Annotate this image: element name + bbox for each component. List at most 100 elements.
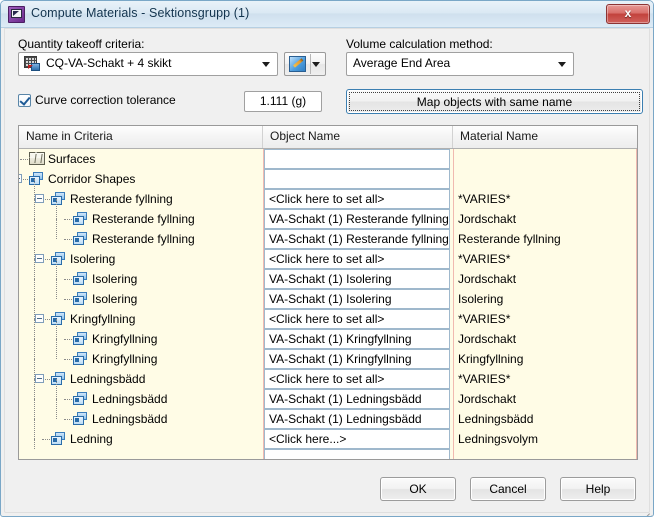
table-row[interactable]: Ledningsbädd VA-Schakt (1) Ledningsbädd Le… [19, 399, 637, 429]
cell-object-name[interactable] [264, 149, 450, 169]
table-row[interactable]: Isolering VA-Schakt (1) Isolering Isolerin… [19, 279, 637, 309]
table-row[interactable]: Ledningsbädd <Click here to set all> *VARI… [19, 359, 637, 389]
volume-method-combo[interactable]: Average End Area [346, 52, 574, 76]
cell-object-name[interactable]: VA-Schakt (1) Ledningsbädd [264, 409, 450, 429]
column-header-object-name[interactable]: Object Name [263, 126, 453, 148]
ok-button-label: OK [409, 482, 427, 496]
row-name-label: Resterande fyllning [70, 192, 173, 206]
table-row[interactable]: Ledningsbädd VA-Schakt (1) Ledningsbädd Jo… [19, 379, 637, 409]
cell-name-in-criteria[interactable]: Ledningsbädd [19, 399, 263, 429]
cell-material-name[interactable]: Jordschakt [458, 329, 634, 349]
materials-grid[interactable]: Name in Criteria Object Name Material Na… [18, 125, 638, 460]
table-row[interactable]: Kringfyllning VA-Schakt (1) Kringfyllning… [19, 339, 637, 369]
cell-material-name[interactable]: Kringfyllning [458, 349, 634, 369]
column-header-material-name[interactable]: Material Name [453, 126, 637, 148]
cell-object-name[interactable]: VA-Schakt (1) Ledningsbädd [264, 389, 450, 409]
tree-guide-line [64, 399, 72, 400]
map-objects-with-same-name-button[interactable]: Map objects with same name [346, 89, 643, 114]
curve-correction-tolerance-checkbox[interactable] [18, 94, 31, 107]
cell-object-name[interactable]: VA-Schakt (1) Resterande fyllning [264, 209, 450, 229]
table-row[interactable]: Isolering <Click here to set all> *VARIES* [19, 239, 637, 269]
cell-material-name[interactable]: Jordschakt [458, 209, 634, 229]
expander-collapse-icon[interactable] [19, 174, 22, 183]
grid-header: Name in Criteria Object Name Material Na… [19, 126, 637, 149]
cell-object-name[interactable]: VA-Schakt (1) Resterande fyllning [264, 229, 450, 249]
cell-material-name[interactable] [458, 149, 634, 169]
cell-name-in-criteria[interactable]: Isolering [19, 279, 263, 309]
resize-grip[interactable] [638, 502, 653, 516]
table-row[interactable]: Corridor Shapes [19, 169, 637, 189]
table-row[interactable]: Kringfyllning <Click here to set all> *VAR… [19, 299, 637, 329]
close-button[interactable]: x [606, 4, 650, 24]
cell-material-name[interactable]: *VARIES* [458, 189, 634, 209]
cell-object-name[interactable]: VA-Schakt (1) Isolering [264, 269, 450, 289]
chevron-down-icon[interactable] [312, 62, 320, 67]
row-name-label: Kringfyllning [92, 332, 158, 346]
help-button[interactable]: Help [560, 477, 636, 501]
cell-object-name[interactable]: <Click here to set all> [264, 369, 450, 389]
expander-collapse-icon[interactable] [35, 374, 44, 383]
cell-name-in-criteria[interactable]: Kringfyllning [19, 339, 263, 369]
edit-criteria-button[interactable] [284, 52, 326, 76]
cell-material-name[interactable]: *VARIES* [458, 249, 634, 269]
volume-method-value: Average End Area [353, 56, 451, 70]
criteria-combo[interactable]: CQ-VA-Schakt + 4 skikt [18, 52, 278, 76]
tree-guide-line [64, 419, 72, 420]
table-row[interactable]: Resterande fyllning <Click here to set al… [19, 179, 637, 209]
table-row[interactable]: Kringfyllning VA-Schakt (1) Kringfyllning… [19, 319, 637, 349]
cell-material-name[interactable] [458, 169, 634, 189]
cell-material-name[interactable]: Jordschakt [458, 389, 634, 409]
expander-collapse-icon[interactable] [35, 314, 44, 323]
table-row[interactable]: Resterande fyllning VA-Schakt (1) Restera… [19, 219, 637, 249]
row-name-label: Ledningsbädd [92, 392, 168, 406]
tolerance-value-input[interactable]: 1.111 (g) [244, 91, 322, 112]
cell-object-name[interactable]: <Click here to set all> [264, 249, 450, 269]
cell-object-name[interactable]: VA-Schakt (1) Kringfyllning [264, 349, 450, 369]
table-row[interactable]: Surfaces [19, 149, 637, 169]
criteria-value: CQ-VA-Schakt + 4 skikt [46, 56, 172, 70]
expander-collapse-icon[interactable] [35, 194, 44, 203]
cell-object-name[interactable] [264, 449, 450, 459]
tree-guide-line [64, 299, 72, 300]
cell-object-name[interactable] [264, 169, 450, 189]
cell-material-name[interactable]: *VARIES* [458, 309, 634, 329]
expander-collapse-icon[interactable] [35, 254, 44, 263]
cell-name-in-criteria[interactable] [19, 439, 263, 459]
table-row[interactable]: Isolering VA-Schakt (1) Isolering Jordscha… [19, 259, 637, 289]
cell-material-name[interactable]: Isolering [458, 289, 634, 309]
table-row[interactable]: Resterande fyllning VA-Schakt (1) Restera… [19, 199, 637, 229]
cell-name-in-criteria[interactable]: Corridor Shapes [19, 169, 263, 189]
help-button-label: Help [585, 482, 611, 496]
cell-material-name[interactable] [458, 449, 634, 459]
ok-button[interactable]: OK [380, 477, 456, 501]
table-row[interactable]: Ledning <Click here...> Ledningsvolym [19, 419, 637, 449]
tree-guide-line [34, 439, 35, 449]
cell-material-name[interactable]: *VARIES* [458, 369, 634, 389]
cell-object-name[interactable]: <Click here to set all> [264, 189, 450, 209]
table-row[interactable] [19, 439, 637, 459]
corridor-shape-icon [73, 292, 88, 306]
cell-object-name[interactable]: VA-Schakt (1) Isolering [264, 289, 450, 309]
cell-object-name[interactable]: VA-Schakt (1) Kringfyllning [264, 329, 450, 349]
cell-name-in-criteria[interactable]: Resterande fyllning [19, 219, 263, 249]
cell-material-name[interactable]: Ledningsvolym [458, 429, 634, 449]
tree-guide-line [34, 199, 35, 219]
cell-object-name[interactable]: <Click here...> [264, 429, 450, 449]
criteria-icon [24, 56, 41, 72]
cell-material-name[interactable]: Jordschakt [458, 269, 634, 289]
cancel-button-label: Cancel [489, 482, 527, 496]
cell-material-name[interactable]: Ledningsbädd [458, 409, 634, 429]
cell-name-in-criteria[interactable]: Surfaces [19, 149, 263, 169]
row-name-label: Surfaces [48, 152, 96, 166]
cancel-button[interactable]: Cancel [470, 477, 546, 501]
cell-object-name[interactable]: <Click here to set all> [264, 309, 450, 329]
cell-name-in-criteria[interactable]: Ledning [19, 419, 263, 449]
title-bar: Compute Materials - Sektionsgrupp (1) x [1, 1, 653, 28]
cell-material-name[interactable]: Resterande fyllning [458, 229, 634, 249]
tree-guide-line [34, 279, 35, 299]
row-name-label: Ledning [70, 432, 113, 446]
window-title: Compute Materials - Sektionsgrupp (1) [31, 6, 250, 20]
column-header-name-in-criteria[interactable]: Name in Criteria [19, 126, 263, 148]
tree-guide-line [34, 339, 35, 359]
map-objects-button-label: Map objects with same name [416, 94, 573, 109]
